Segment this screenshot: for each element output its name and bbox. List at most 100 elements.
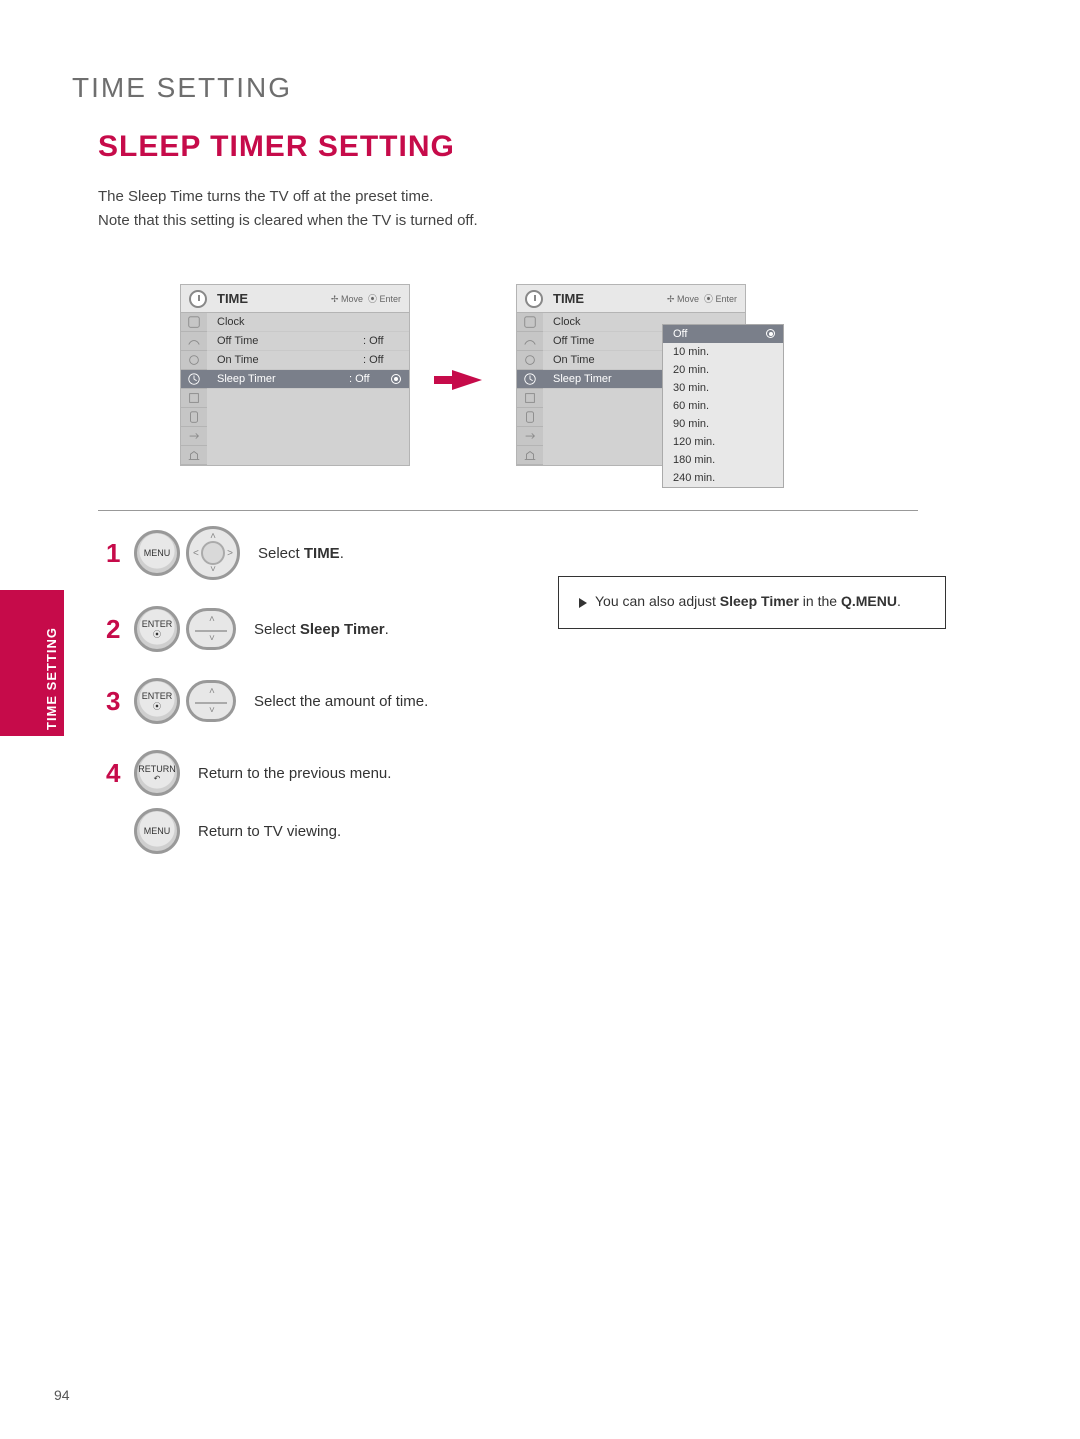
remote-updown-icon: ˄ ˅	[186, 680, 236, 722]
button-label: RETURN	[138, 764, 176, 774]
submenu-item[interactable]: 30 min.	[663, 379, 783, 397]
osd-title: TIME	[217, 291, 248, 306]
row-value: : Off	[349, 373, 387, 385]
step-5: MENU Return to TV viewing.	[106, 808, 341, 854]
radio-icon	[391, 374, 401, 384]
step-number: 1	[106, 538, 128, 569]
step-text-post: .	[385, 621, 389, 638]
submenu-item-off[interactable]: Off	[663, 325, 783, 343]
step-text-post: .	[340, 545, 344, 562]
tab-icon	[181, 389, 207, 408]
side-tab: TIME SETTING	[0, 590, 64, 736]
enter-dot-icon: ⦿	[153, 629, 161, 640]
note-text: .	[897, 593, 901, 609]
hint-move: Move	[341, 294, 363, 304]
osd-header: TIME ✢ Move ⦿ Enter	[181, 285, 409, 313]
enter-dot-icon: ⦿	[153, 701, 161, 712]
chevron-left-icon: ˂	[193, 548, 199, 559]
tab-icon-selected	[181, 370, 207, 389]
step-text-bold: Sleep Timer	[300, 621, 385, 638]
remote-return-button-icon: RETURN↶	[134, 750, 180, 796]
step-3: 3 ENTER⦿ ˄ ˅ Select the amount of time.	[106, 678, 428, 724]
chevron-right-icon: ˃	[227, 548, 233, 559]
button-label: ENTER	[142, 619, 173, 629]
tab-icon-selected	[517, 370, 543, 389]
submenu-label: 240 min.	[673, 472, 715, 484]
osd-title: TIME	[553, 291, 584, 306]
step-number: 4	[106, 758, 128, 789]
clock-icon	[189, 290, 207, 308]
remote-enter-button-icon: ENTER⦿	[134, 678, 180, 724]
arrow-right-icon	[452, 370, 482, 390]
tab-icon	[517, 313, 543, 332]
tab-icon	[517, 408, 543, 427]
osd-blank	[207, 389, 409, 465]
submenu-item[interactable]: 180 min.	[663, 451, 783, 469]
sleep-timer-submenu: Off 10 min. 20 min. 30 min. 60 min. 90 m…	[662, 324, 784, 488]
submenu-label: 30 min.	[673, 382, 709, 394]
tab-icon	[517, 446, 543, 465]
tab-icon	[181, 427, 207, 446]
remote-nav-ring-icon: ˄ ˅ ˂ ˃	[186, 526, 240, 580]
remote-menu-button-icon: MENU	[134, 808, 180, 854]
section-title: SLEEP TIMER SETTING	[98, 130, 455, 164]
osd-hints: ✢ Move ⦿ Enter	[667, 292, 737, 305]
remote-menu-button-icon: MENU	[134, 530, 180, 576]
osd-row-ontime[interactable]: On Time : Off	[207, 351, 409, 370]
osd-icon-column	[181, 313, 207, 465]
chevron-down-icon: ˅	[209, 705, 215, 716]
clock-icon	[525, 290, 543, 308]
step-text: Return to TV viewing.	[198, 823, 341, 840]
submenu-label: Off	[673, 328, 687, 340]
tab-icon	[181, 313, 207, 332]
step-text: Select the amount of time.	[254, 693, 428, 710]
remote-enter-button-icon: ENTER⦿	[134, 606, 180, 652]
return-arrow-icon: ↶	[154, 774, 161, 783]
page-number: 94	[54, 1387, 70, 1403]
intro-text: The Sleep Time turns the TV off at the p…	[98, 185, 858, 233]
step-text: Select Sleep Timer.	[254, 621, 389, 638]
note-item: You can also adjust Sleep Timer in the Q…	[579, 591, 929, 612]
osd-row-sleeptimer[interactable]: Sleep Timer : Off	[207, 370, 409, 389]
osd-row-clock[interactable]: Clock	[207, 313, 409, 332]
submenu-label: 20 min.	[673, 364, 709, 376]
note-box: You can also adjust Sleep Timer in the Q…	[558, 576, 946, 629]
row-value: : Off	[363, 354, 401, 366]
osd-header: TIME ✢ Move ⦿ Enter	[517, 285, 745, 313]
osd-icon-column	[517, 313, 543, 465]
tab-icon	[517, 427, 543, 446]
submenu-item[interactable]: 240 min.	[663, 469, 783, 487]
submenu-item[interactable]: 90 min.	[663, 415, 783, 433]
intro-line-2: Note that this setting is cleared when t…	[98, 212, 478, 229]
button-label: MENU	[144, 548, 171, 558]
button-label: ENTER	[142, 691, 173, 701]
step-text-pre: Select	[258, 545, 304, 562]
step-4: 4 RETURN↶ Return to the previous menu.	[106, 750, 391, 796]
step-number: 3	[106, 686, 128, 717]
submenu-item[interactable]: 60 min.	[663, 397, 783, 415]
row-label: On Time	[217, 354, 363, 366]
osd-hints: ✢ Move ⦿ Enter	[331, 292, 401, 305]
hint-enter: Enter	[379, 294, 401, 304]
radio-icon	[766, 329, 775, 338]
submenu-item[interactable]: 120 min.	[663, 433, 783, 451]
step-text-bold: TIME	[304, 545, 340, 562]
nav-center-icon	[201, 541, 225, 565]
osd-row-offtime[interactable]: Off Time : Off	[207, 332, 409, 351]
submenu-item[interactable]: 10 min.	[663, 343, 783, 361]
hint-enter: Enter	[715, 294, 737, 304]
button-label: MENU	[144, 826, 171, 836]
submenu-label: 90 min.	[673, 418, 709, 430]
remote-updown-icon: ˄ ˅	[186, 608, 236, 650]
osd-list: Clock Off Time : Off On Time : Off Sleep…	[207, 313, 409, 465]
row-label: Off Time	[217, 335, 363, 347]
tab-icon	[517, 351, 543, 370]
submenu-item[interactable]: 20 min.	[663, 361, 783, 379]
submenu-label: 120 min.	[673, 436, 715, 448]
chevron-down-icon: ˅	[210, 564, 216, 575]
page-header: TIME SETTING	[72, 72, 292, 104]
tab-icon	[181, 351, 207, 370]
side-tab-label: TIME SETTING	[44, 590, 59, 730]
submenu-label: 10 min.	[673, 346, 709, 358]
tab-icon	[181, 408, 207, 427]
